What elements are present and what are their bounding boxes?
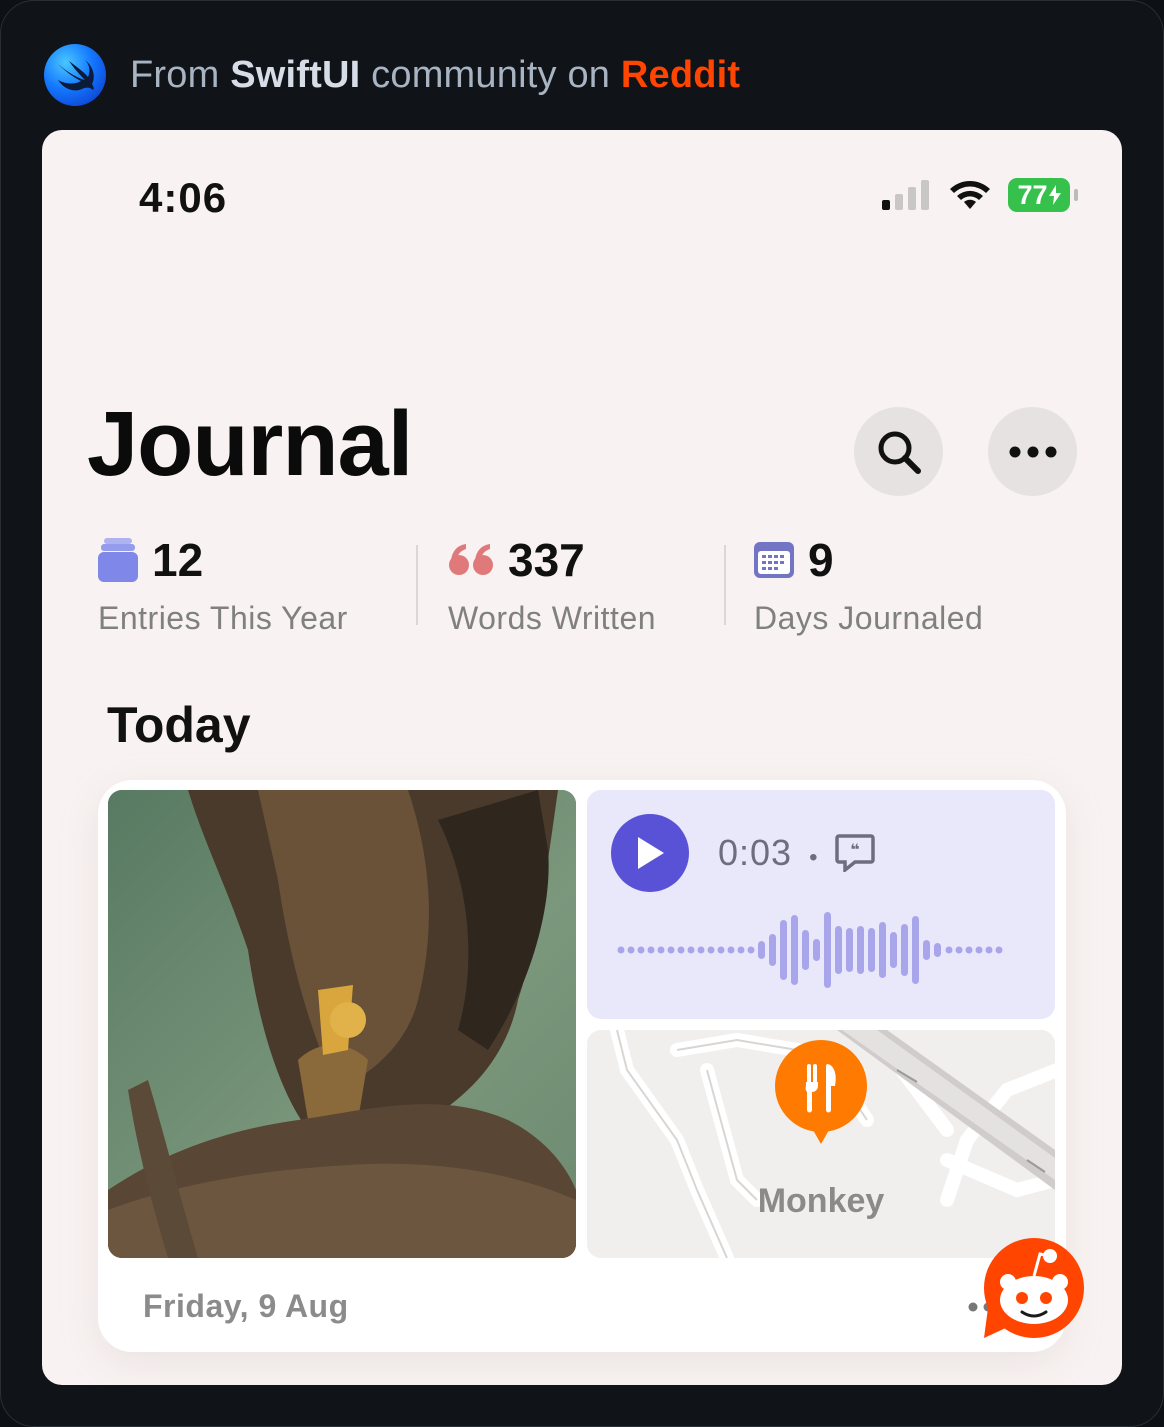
entry-date: Friday, 9 Aug (143, 1288, 349, 1324)
stat-divider (416, 545, 418, 625)
battery-level: 77 (1017, 179, 1048, 210)
phone-screen: 4:06 77 Journal 12 Entries This Year 337… (42, 130, 1122, 1385)
section-heading-today: Today (107, 697, 251, 753)
quote-icon (449, 544, 493, 575)
status-icons: 77 (882, 178, 1078, 212)
page-title: Journal (87, 393, 413, 495)
site-name[interactable]: Reddit (621, 54, 740, 96)
search-button[interactable] (854, 407, 943, 496)
banner-text: From SwiftUI community on Reddit (130, 54, 740, 97)
stat-entries-label: Entries This Year (98, 600, 348, 636)
battery-icon: 77 (1008, 178, 1078, 212)
play-icon (638, 837, 664, 869)
stat-days-value: 9 (808, 534, 834, 586)
stack-icon (98, 538, 138, 582)
calendar-icon (754, 542, 794, 578)
stat-days: 9 Days Journaled (754, 530, 983, 637)
stat-words-label: Words Written (448, 600, 657, 636)
audio-duration: 0:03 (718, 832, 793, 873)
transcript-bubble-icon[interactable]: ❝ (835, 834, 875, 872)
stat-words-value: 337 (508, 534, 585, 586)
journal-stats: 12 Entries This Year 337 Words Written 9… (98, 530, 1068, 640)
svg-text:❝: ❝ (850, 840, 859, 859)
entry-photo[interactable] (108, 790, 576, 1258)
audio-waveform (617, 912, 1003, 988)
cellular-signal-icon (882, 180, 929, 210)
banner-middle: community on (371, 53, 611, 96)
community-name[interactable]: SwiftUI (230, 54, 360, 96)
audio-attachment[interactable]: 0:03 • ❝ (587, 790, 1055, 1019)
banner-prefix: From (130, 53, 220, 96)
place-name: Monkey (757, 1182, 885, 1220)
swift-logo-icon (44, 44, 106, 106)
ellipsis-icon (1009, 446, 1056, 457)
audio-duration-row: 0:03 • (718, 832, 825, 874)
status-time: 4:06 (139, 174, 228, 221)
stat-words: 337 Words Written (448, 530, 656, 637)
source-banner: From SwiftUI community on Reddit (44, 44, 740, 106)
reddit-snoo-icon (984, 1238, 1084, 1338)
stat-days-label: Days Journaled (754, 600, 984, 636)
stat-entries-value: 12 (152, 534, 204, 586)
wifi-icon (950, 181, 990, 209)
eagle-photo-image (108, 790, 576, 1258)
location-attachment[interactable]: Monkey (587, 1030, 1055, 1258)
audio-separator: • (809, 844, 819, 871)
search-icon (878, 431, 921, 474)
play-button[interactable] (611, 814, 689, 892)
stat-entries: 12 Entries This Year (98, 530, 348, 637)
stat-divider (724, 545, 726, 625)
journal-entry-card[interactable]: 0:03 • ❝ Monkey Friday, 9 Aug (98, 780, 1066, 1352)
more-button[interactable] (988, 407, 1077, 496)
restaurant-pin-icon[interactable] (773, 1040, 869, 1144)
